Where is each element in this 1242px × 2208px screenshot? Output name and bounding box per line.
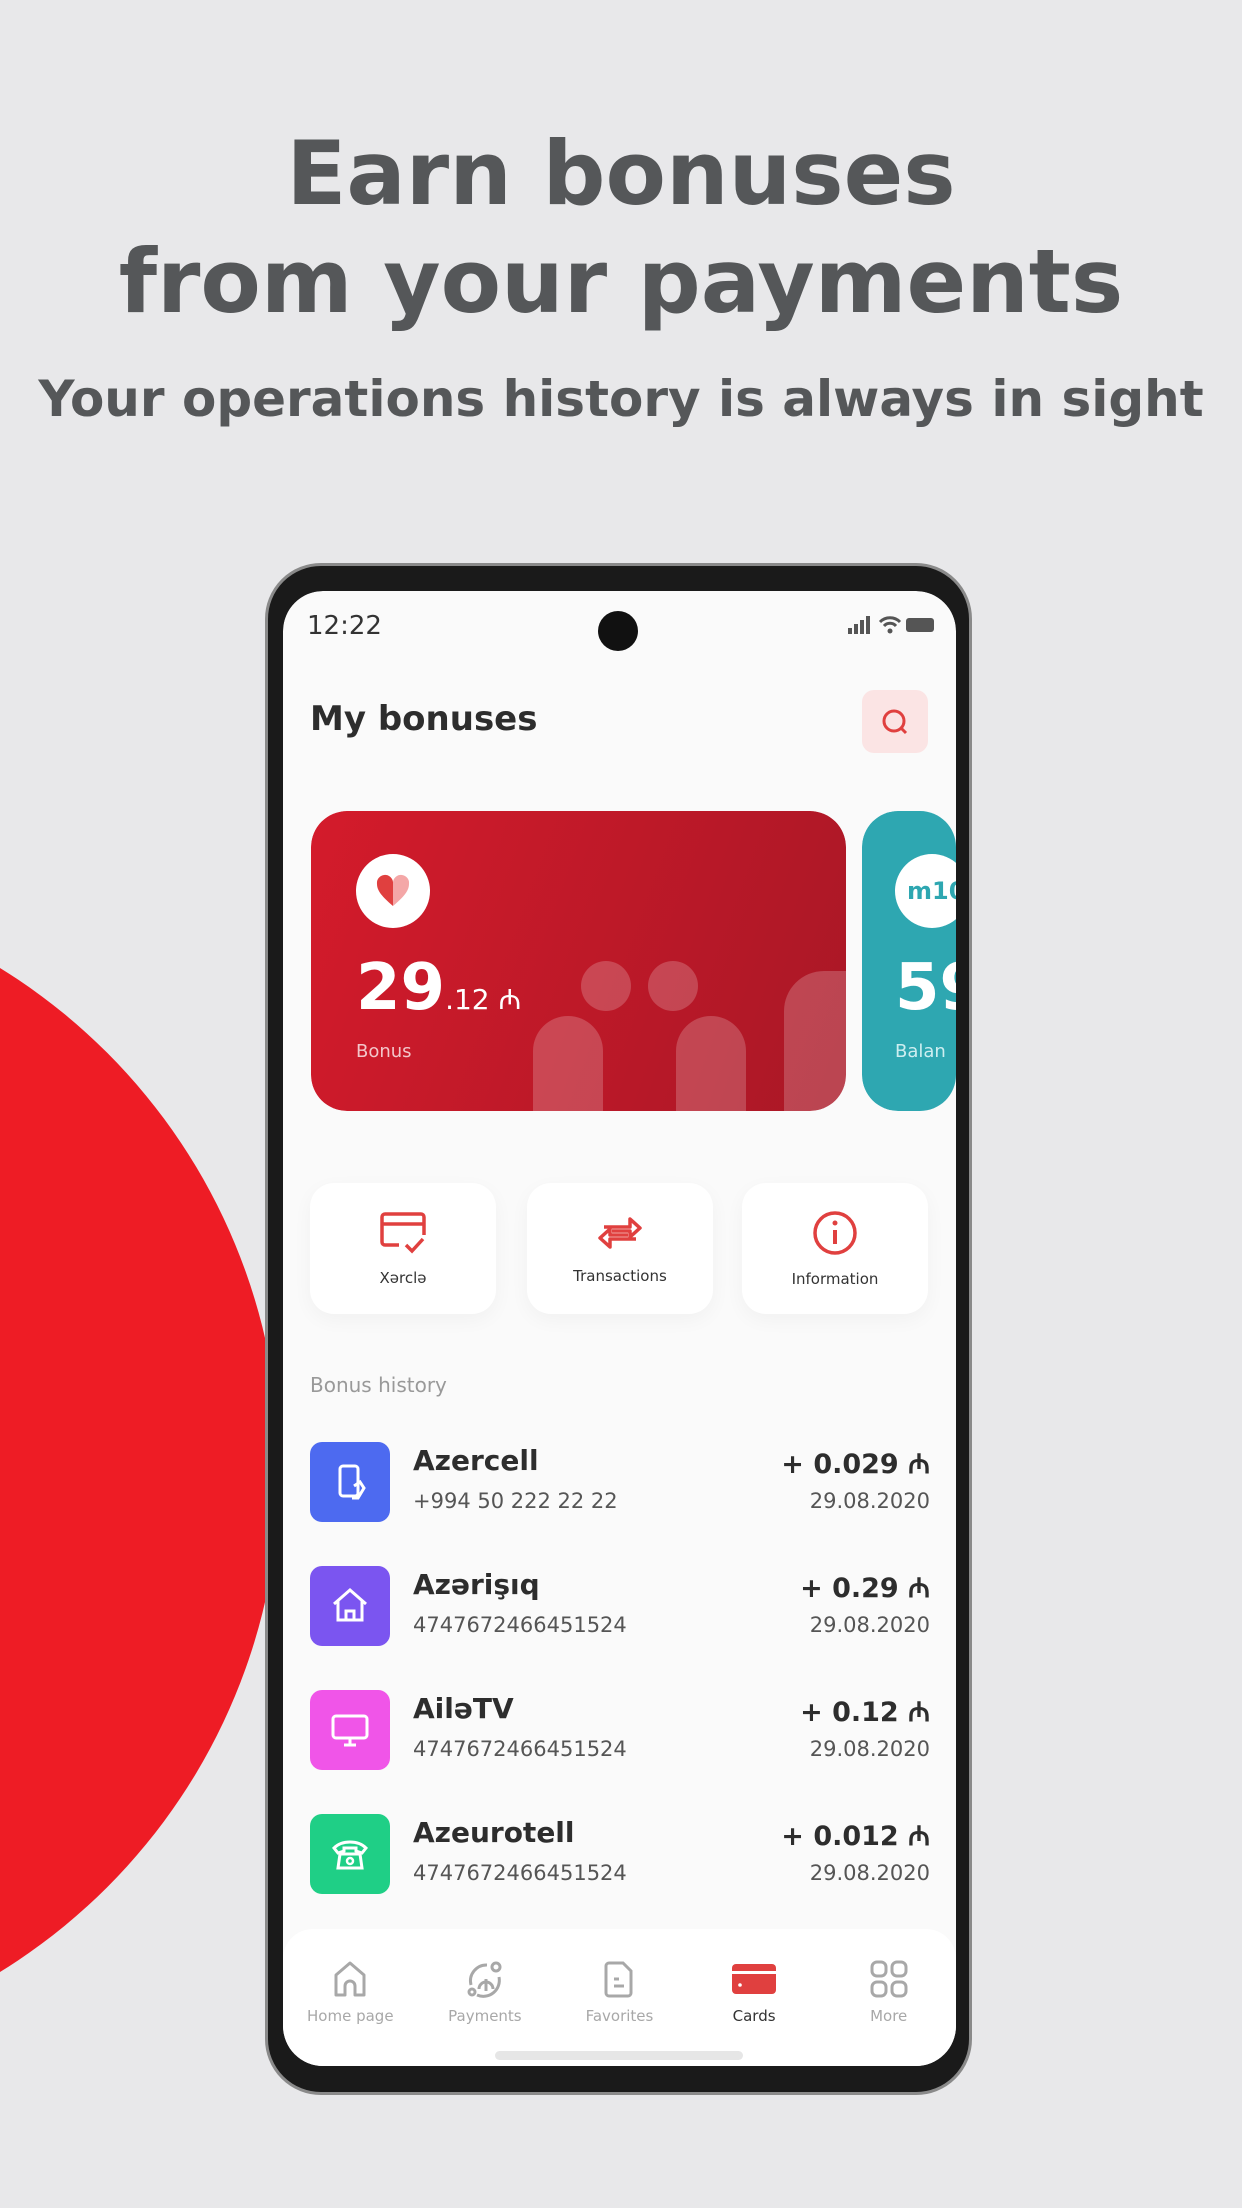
search-icon [882, 709, 908, 734]
bonus-amount: + 0.12 ₼ [800, 1697, 930, 1728]
decorative-red-shape [0, 968, 280, 1972]
date: 29.08.2020 [809, 1613, 930, 1637]
payments-icon [467, 1961, 502, 1998]
date: 29.08.2020 [809, 1737, 930, 1761]
merchant-name: Azercell [413, 1444, 539, 1477]
promo-headline: Earn bonuses from your payments [118, 122, 1124, 333]
app-screen: 12:22 My bonuses 29.12 ₼ Bonus m10 59 Ba… [283, 591, 956, 2066]
page-title: My bonuses [310, 699, 538, 739]
status-time: 12:22 [307, 611, 382, 641]
date: 29.08.2020 [809, 1489, 930, 1513]
account-number: 4747672466451524 [413, 1737, 627, 1761]
balance-label: Balan [895, 1041, 946, 1062]
history-item[interactable]: Azercell +994 50 222 22 22 + 0.029 ₼ 29.… [310, 1442, 930, 1526]
spend-button[interactable]: Xərclə [310, 1183, 496, 1314]
home-indicator [495, 2051, 743, 2060]
history-item[interactable]: Azeurotell 4747672466451524 + 0.012 ₼ 29… [310, 1814, 930, 1898]
card-check-icon [380, 1211, 426, 1254]
history-item[interactable]: AiləTV 4747672466451524 + 0.12 ₼ 29.08.2… [310, 1690, 930, 1774]
balance-card[interactable]: m10 59 Balan [862, 811, 956, 1111]
heart-logo-icon [356, 854, 430, 928]
date: 29.08.2020 [809, 1861, 930, 1885]
account-number: 4747672466451524 [413, 1861, 627, 1885]
account-number: +994 50 222 22 22 [413, 1489, 618, 1513]
nav-home[interactable]: Home page [290, 1959, 410, 2066]
bottom-nav: Home page Payments Favorites Cards More [283, 1929, 956, 2066]
home-icon [334, 1961, 366, 1997]
history-item[interactable]: Azərişıq 4747672466451524 + 0.29 ₼ 29.08… [310, 1566, 930, 1650]
bonus-amount: 29.12 ₼ [356, 951, 522, 1025]
transactions-button[interactable]: Transactions [527, 1183, 713, 1314]
promo-subtitle: Your operations history is always in sig… [38, 370, 1204, 428]
phone-icon [310, 1442, 390, 1522]
bonus-card[interactable]: 29.12 ₼ Bonus [311, 811, 846, 1111]
information-button[interactable]: Information [742, 1183, 928, 1314]
bonus-history-label: Bonus history [310, 1373, 447, 1397]
bonus-amount: + 0.029 ₼ [781, 1449, 930, 1480]
search-button[interactable] [862, 690, 928, 753]
camera-icon [598, 611, 638, 651]
merchant-name: AiləTV [413, 1692, 514, 1725]
nav-payments[interactable]: Payments [425, 1959, 545, 2066]
bonus-amount: + 0.29 ₼ [800, 1573, 930, 1604]
card-icon [732, 1964, 777, 1994]
grid-icon [870, 1960, 908, 1998]
house-icon [310, 1566, 390, 1646]
document-icon [604, 1961, 633, 1998]
status-icons [848, 613, 938, 643]
merchant-name: Azeurotell [413, 1816, 575, 1849]
bonus-label: Bonus [356, 1041, 412, 1062]
bonus-amount: + 0.012 ₼ [781, 1821, 930, 1852]
nav-more[interactable]: More [829, 1959, 949, 2066]
merchant-name: Azərişıq [413, 1568, 540, 1601]
account-number: 4747672466451524 [413, 1613, 627, 1637]
info-icon [813, 1210, 857, 1255]
arrows-exchange-icon [598, 1216, 642, 1249]
monitor-icon [310, 1690, 390, 1770]
nav-favorites[interactable]: Favorites [559, 1959, 679, 2066]
telephone-icon [310, 1814, 390, 1894]
nav-cards[interactable]: Cards [694, 1959, 814, 2066]
